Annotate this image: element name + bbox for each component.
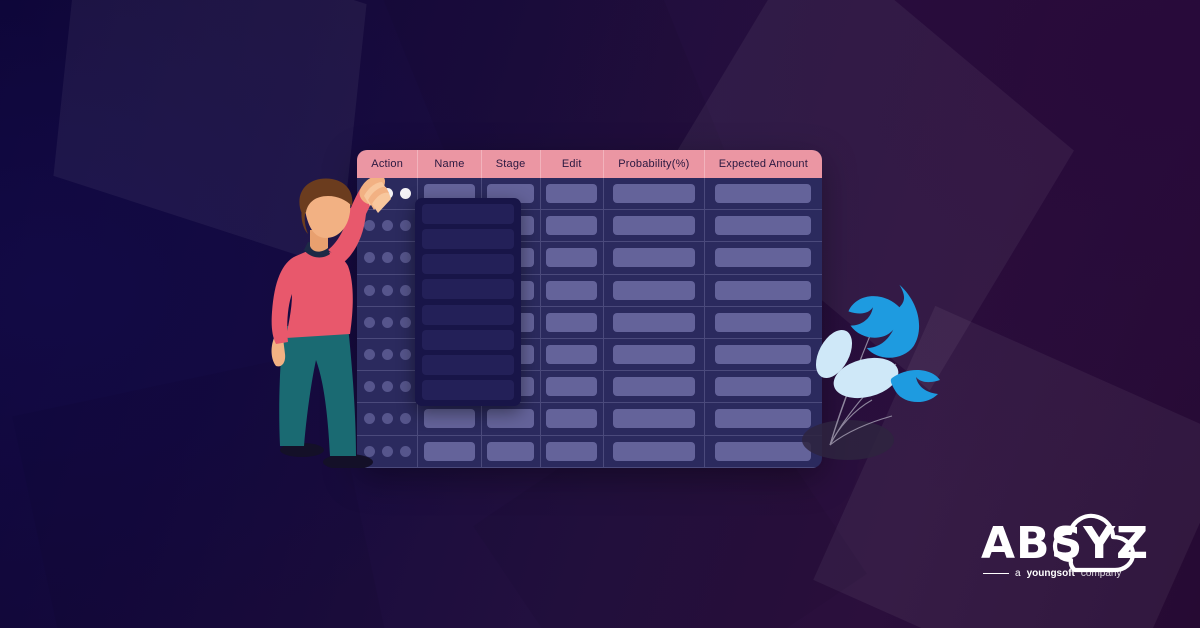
cell-placeholder-bar: [715, 184, 812, 204]
cell-placeholder-bar: [612, 280, 695, 300]
dropdown-item[interactable]: [422, 329, 514, 350]
plant-illustration: [802, 284, 940, 460]
table-cell[interactable]: [541, 338, 604, 371]
dropdown-item[interactable]: [422, 204, 514, 224]
cell-placeholder-bar: [546, 216, 598, 236]
cell-placeholder-bar: [546, 441, 598, 461]
table-cell[interactable]: [541, 435, 604, 467]
name-column-dropdown[interactable]: [415, 198, 521, 406]
cell-placeholder-bar: [486, 409, 535, 429]
table-row[interactable]: [357, 403, 822, 436]
action-dot: [399, 220, 411, 232]
table-cell[interactable]: [482, 435, 541, 467]
column-header-action[interactable]: Action: [357, 150, 419, 178]
tagline-brand: youngsoft: [1026, 568, 1075, 579]
cell-placeholder-bar: [612, 409, 695, 429]
cell-placeholder-bar: [546, 248, 598, 268]
table-cell[interactable]: [604, 274, 705, 306]
action-dot: [399, 252, 411, 264]
table-cell[interactable]: [604, 435, 705, 467]
table-cell[interactable]: [482, 403, 541, 435]
cell-placeholder-bar: [715, 312, 812, 332]
dropdown-item[interactable]: [422, 354, 514, 375]
cell-placeholder-bar: [612, 248, 695, 268]
table-cell[interactable]: [604, 242, 705, 274]
column-header-name[interactable]: Name: [418, 150, 482, 178]
table-cell[interactable]: [541, 178, 604, 210]
dropdown-item[interactable]: [422, 379, 514, 400]
cell-placeholder-bar: [715, 409, 812, 429]
dropdown-item[interactable]: [422, 279, 514, 300]
table-cell[interactable]: [604, 338, 705, 371]
table-cell[interactable]: [705, 178, 822, 209]
shoe-right: [323, 454, 373, 468]
hero-banner: Action Name Stage Edit Probability(%) Expecte…: [0, 0, 1200, 628]
action-dot: [399, 445, 411, 457]
table-cell[interactable]: [541, 210, 604, 242]
absyz-logo: ABSYZ a youngsoft company: [975, 508, 1148, 590]
trousers: [279, 326, 356, 456]
column-header-probability[interactable]: Probability(%): [604, 150, 705, 178]
cell-placeholder-bar: [612, 345, 695, 365]
table-cell[interactable]: [604, 306, 705, 338]
column-header-stage[interactable]: Stage: [482, 150, 541, 178]
cell-placeholder-bar: [546, 409, 598, 429]
table-cell[interactable]: [604, 371, 705, 403]
table-cell[interactable]: [541, 242, 604, 274]
logo-tagline: a youngsoft company: [983, 568, 1133, 579]
table-cell[interactable]: [541, 274, 604, 306]
cell-placeholder-bar: [486, 441, 535, 461]
action-dot: [399, 188, 411, 200]
cell-placeholder-bar: [546, 184, 598, 204]
cell-placeholder-bar: [546, 312, 598, 332]
table-cell[interactable]: [541, 306, 604, 338]
data-table[interactable]: Action Name Stage Edit Probability(%) Expecte…: [357, 150, 822, 468]
table-cell[interactable]: [541, 403, 604, 435]
cell-placeholder-bar: [546, 377, 598, 397]
action-dot: [399, 349, 411, 361]
cell-placeholder-bar: [546, 280, 598, 300]
cell-placeholder-bar: [715, 345, 812, 365]
cell-placeholder-bar: [423, 409, 475, 429]
dropdown-item[interactable]: [422, 229, 514, 250]
column-header-edit[interactable]: Edit: [541, 150, 604, 178]
action-dot: [399, 381, 411, 393]
dropdown-item[interactable]: [422, 304, 514, 325]
column-header-expected-amount[interactable]: Expected Amount: [705, 150, 822, 178]
table-cell[interactable]: [604, 210, 705, 242]
table-cell[interactable]: [418, 403, 482, 435]
action-dot: [399, 284, 411, 296]
tagline-rule: [983, 572, 1009, 575]
tagline-prefix: a: [1015, 568, 1021, 579]
cell-placeholder-bar: [715, 248, 812, 268]
table-row[interactable]: [357, 435, 822, 468]
cell-placeholder-bar: [612, 441, 695, 461]
action-dot: [399, 316, 411, 328]
sweater: [271, 249, 353, 344]
table-cell[interactable]: [604, 178, 705, 210]
dropdown-item[interactable]: [422, 254, 514, 275]
table-cell[interactable]: [604, 403, 705, 435]
table-cell[interactable]: [541, 371, 604, 403]
cell-placeholder-bar: [715, 441, 812, 461]
cell-placeholder-bar: [715, 216, 812, 236]
table-header-row: Action Name Stage Edit Probability(%) Expecte…: [357, 150, 822, 178]
cell-placeholder-bar: [423, 441, 475, 461]
tagline-suffix: company: [1080, 568, 1122, 579]
action-dot: [399, 413, 411, 425]
cell-placeholder-bar: [612, 216, 695, 236]
cell-placeholder-bar: [612, 312, 695, 332]
table-cell[interactable]: [418, 435, 482, 467]
cell-placeholder-bar: [715, 280, 812, 300]
person-illustration: [271, 178, 391, 468]
cell-placeholder-bar: [715, 377, 812, 397]
logo-wordmark: ABSYZ: [981, 518, 1150, 569]
table-body: [357, 178, 822, 468]
cell-placeholder-bar: [546, 345, 598, 365]
cell-placeholder-bar: [612, 184, 695, 204]
cell-placeholder-bar: [612, 377, 695, 397]
table-cell[interactable]: [705, 210, 822, 241]
